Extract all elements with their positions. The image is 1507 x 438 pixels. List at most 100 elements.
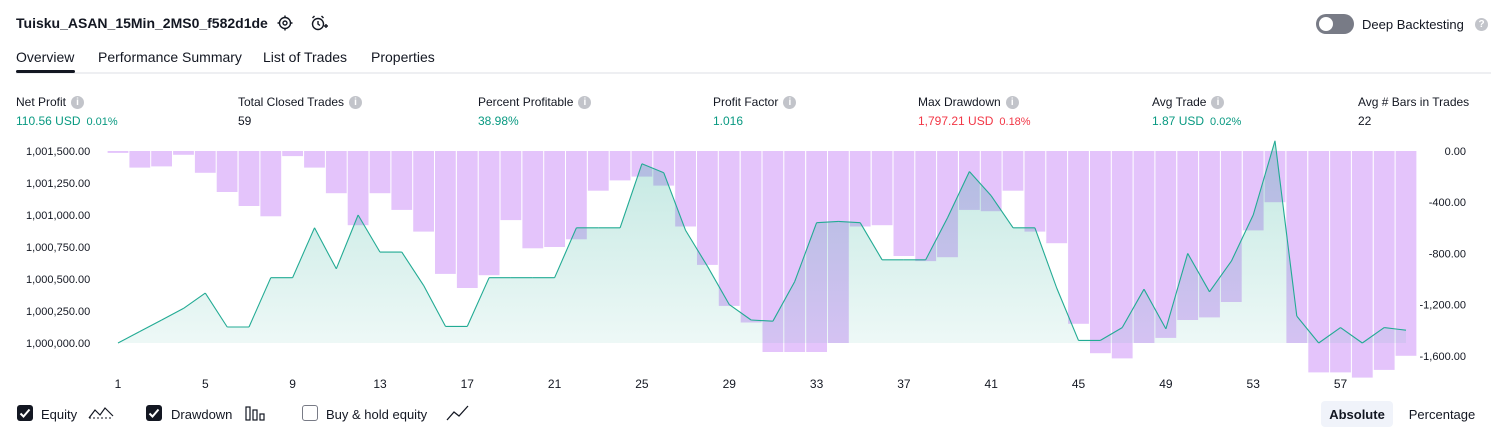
y-axis-left-label: 1,001,000.00 bbox=[26, 210, 90, 222]
drawdown-bar bbox=[347, 151, 369, 226]
drawdown-bar bbox=[849, 151, 871, 227]
drawdown-bar bbox=[697, 151, 718, 265]
drawdown-bar bbox=[238, 151, 260, 206]
drawdown-bar bbox=[173, 151, 194, 155]
y-axis-left-label: 1,001,250.00 bbox=[26, 178, 90, 190]
metric-total-closed-trades-label: Total Closed Trades i bbox=[238, 95, 363, 109]
drawdown-bar bbox=[1395, 151, 1417, 356]
drawdown-bar bbox=[609, 151, 631, 181]
drawdown-bar bbox=[391, 151, 413, 210]
y-axis-left-label: 1,000,500.00 bbox=[26, 274, 90, 286]
y-axis-right-label: -400.00 bbox=[1429, 197, 1466, 209]
drawdown-checkbox[interactable] bbox=[146, 405, 162, 421]
drawdown-bar bbox=[500, 151, 522, 221]
info-icon[interactable]: i bbox=[1211, 95, 1225, 109]
drawdown-bar bbox=[871, 151, 893, 226]
equity-line-icon bbox=[88, 404, 114, 427]
tabs-divider bbox=[16, 72, 1491, 74]
drawdown-bar bbox=[129, 151, 151, 168]
drawdown-bar bbox=[1024, 151, 1046, 232]
drawdown-bar bbox=[1351, 151, 1373, 378]
drawdown-bars-icon bbox=[245, 405, 267, 426]
drawdown-bar bbox=[151, 151, 172, 167]
drawdown-bar bbox=[282, 151, 303, 157]
drawdown-bar bbox=[456, 151, 478, 288]
x-axis-label: 29 bbox=[723, 377, 737, 391]
metric-avg-bars-label: Avg # Bars in Trades bbox=[1358, 95, 1470, 109]
drawdown-bar bbox=[369, 151, 391, 194]
drawdown-bar bbox=[107, 151, 129, 153]
drawdown-bar bbox=[1090, 151, 1111, 354]
x-axis-label: 45 bbox=[1072, 377, 1086, 391]
equity-legend-label[interactable]: Equity bbox=[41, 407, 77, 422]
help-icon[interactable]: ? bbox=[1475, 18, 1488, 31]
metric-max-drawdown-label: Max Drawdown i bbox=[918, 95, 1019, 109]
tab-list-of-trades[interactable]: List of Trades bbox=[263, 49, 347, 65]
info-icon[interactable]: i bbox=[578, 95, 592, 109]
metric-percent-profitable-label: Percent Profitable i bbox=[478, 95, 592, 109]
drawdown-bar bbox=[325, 151, 347, 194]
drawdown-bar bbox=[216, 151, 238, 192]
drawdown-bar bbox=[478, 151, 500, 276]
x-axis-label: 41 bbox=[985, 377, 999, 391]
drawdown-bar bbox=[544, 151, 565, 247]
metric-avg-trade-value: 1.87 USD 0.02% bbox=[1152, 114, 1242, 128]
x-axis-label: 21 bbox=[548, 377, 562, 391]
strategy-title: Tuisku_ASAN_15Min_2MS0_f582d1de bbox=[16, 15, 268, 31]
x-axis-label: 49 bbox=[1159, 377, 1173, 391]
tab-overview[interactable]: Overview bbox=[16, 49, 74, 65]
x-axis-label: 25 bbox=[635, 377, 649, 391]
y-axis-right-label: -800.00 bbox=[1429, 248, 1466, 260]
percentage-button[interactable]: Percentage bbox=[1400, 401, 1484, 427]
metric-percent-profitable-value: 38.98% bbox=[478, 114, 519, 128]
drawdown-bar bbox=[587, 151, 609, 191]
x-axis-label: 33 bbox=[810, 377, 824, 391]
x-axis-label: 17 bbox=[461, 377, 475, 391]
equity-drawdown-chart[interactable]: 1,001,500.00 1,001,250.00 1,001,000.00 1,00… bbox=[0, 140, 1507, 395]
x-axis-label: 1 bbox=[115, 377, 122, 391]
drawdown-bar bbox=[718, 151, 740, 306]
y-axis-left-label: 1,000,000.00 bbox=[26, 338, 90, 350]
metric-net-profit-value: 110.56 USD 0.01% bbox=[16, 114, 118, 128]
info-icon[interactable]: i bbox=[783, 95, 797, 109]
drawdown-bar bbox=[194, 151, 216, 173]
settings-icon[interactable] bbox=[275, 13, 295, 33]
tab-properties[interactable]: Properties bbox=[371, 49, 435, 65]
equity-checkbox[interactable] bbox=[17, 405, 33, 421]
y-axis-left-label: 1,000,750.00 bbox=[26, 242, 90, 254]
drawdown-bar bbox=[260, 151, 282, 217]
metric-net-profit-label: Net Profit i bbox=[16, 95, 85, 109]
info-icon[interactable]: i bbox=[1005, 95, 1019, 109]
y-axis-right-label: -1,200.00 bbox=[1420, 300, 1466, 312]
active-tab-indicator bbox=[16, 70, 75, 73]
add-alert-icon[interactable] bbox=[309, 13, 329, 33]
tab-performance-summary[interactable]: Performance Summary bbox=[98, 49, 242, 65]
deep-backtesting-label: Deep Backtesting bbox=[1362, 17, 1464, 32]
drawdown-bar bbox=[435, 151, 456, 274]
drawdown-bar bbox=[413, 151, 434, 232]
x-axis-label: 13 bbox=[373, 377, 387, 391]
metric-total-closed-trades-value: 59 bbox=[238, 114, 252, 128]
drawdown-bar bbox=[304, 151, 325, 168]
x-axis-label: 57 bbox=[1334, 377, 1348, 391]
x-axis-label: 5 bbox=[202, 377, 209, 391]
buy-hold-checkbox[interactable] bbox=[302, 405, 318, 421]
deep-backtesting-toggle[interactable] bbox=[1316, 14, 1354, 34]
drawdown-bar bbox=[1046, 151, 1068, 244]
metric-max-drawdown-value: 1,797.21 USD 0.18% bbox=[918, 114, 1031, 128]
info-icon[interactable]: i bbox=[349, 95, 363, 109]
absolute-button[interactable]: Absolute bbox=[1321, 401, 1393, 427]
y-axis-right-label: -1,600.00 bbox=[1420, 351, 1466, 363]
x-axis-label: 37 bbox=[897, 377, 911, 391]
toggle-knob bbox=[1319, 17, 1333, 31]
metric-profit-factor-value: 1.016 bbox=[713, 114, 744, 128]
drawdown-bar bbox=[740, 151, 762, 323]
drawdown-legend-label[interactable]: Drawdown bbox=[171, 407, 232, 422]
info-icon[interactable]: i bbox=[71, 95, 85, 109]
metric-avg-bars-value: 22 bbox=[1358, 114, 1372, 128]
x-axis-label: 53 bbox=[1247, 377, 1261, 391]
drawdown-bar bbox=[1002, 151, 1024, 191]
drawdown-bar bbox=[566, 151, 587, 240]
drawdown-bar bbox=[893, 151, 915, 256]
buy-hold-legend-label[interactable]: Buy & hold equity bbox=[326, 407, 427, 422]
